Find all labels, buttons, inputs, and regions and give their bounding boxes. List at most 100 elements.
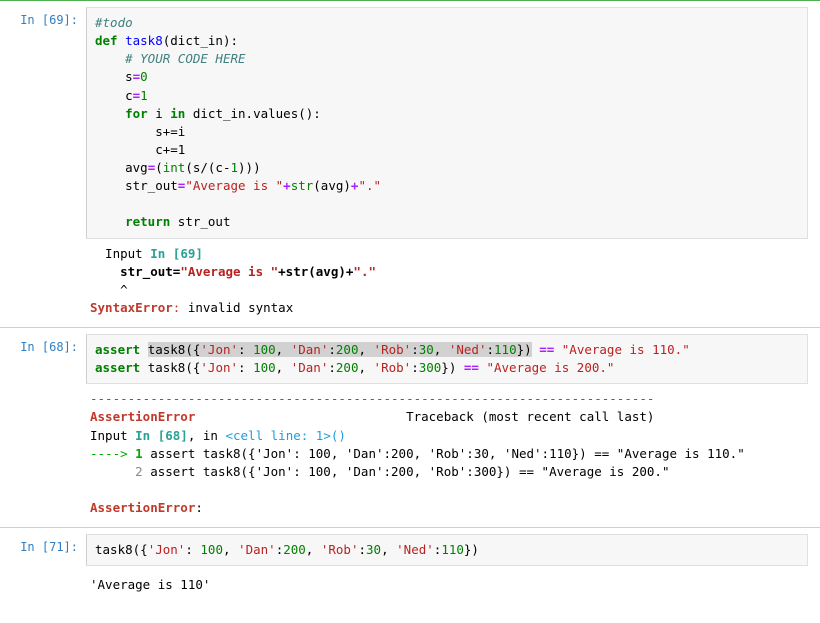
code-token: (dict_in): xyxy=(163,33,238,48)
code-token: "." xyxy=(358,178,381,193)
code-token: 'Jon' xyxy=(200,342,238,357)
code-token: ( xyxy=(155,160,163,175)
code-token: 30 xyxy=(419,342,434,357)
tb-text: In [69] xyxy=(150,246,203,261)
code-token: 'Ned' xyxy=(396,542,434,557)
notebook-cell: In [68]: assert task8({'Jon': 100, 'Dan'… xyxy=(0,327,820,527)
tb-text: () xyxy=(331,428,346,443)
code-token: == xyxy=(539,342,554,357)
code-token: avg xyxy=(125,160,148,175)
code-token: }) xyxy=(464,542,479,557)
tb-text: 2 xyxy=(90,464,143,479)
code-token: 'Dan' xyxy=(291,360,329,375)
code-token: "Average is 110." xyxy=(562,342,690,357)
output-area: Input In [69] str_out="Average is "+str(… xyxy=(86,239,808,322)
code-token: 'Ned' xyxy=(449,342,487,357)
tb-arrow: ----> xyxy=(90,446,135,461)
tb-text: "Average is " xyxy=(180,264,278,279)
code-token: 100 xyxy=(253,342,276,357)
code-token: 'Dan' xyxy=(291,342,329,357)
code-token: s xyxy=(125,69,133,84)
error-name: AssertionError xyxy=(90,409,195,424)
code-token: 'Jon' xyxy=(148,542,186,557)
code-token: 1 xyxy=(140,88,148,103)
code-token: s+=i xyxy=(155,124,185,139)
code-token: 200 xyxy=(283,542,306,557)
code-token: 'Rob' xyxy=(374,360,412,375)
tb-text: +str(avg)+ xyxy=(278,264,353,279)
code-token: 110 xyxy=(494,342,517,357)
code-token: str_out xyxy=(178,214,231,229)
tb-text: 1 xyxy=(135,446,143,461)
tb-text: Traceback (most recent call last) xyxy=(406,409,654,424)
code-token: "Average is " xyxy=(185,178,283,193)
code-input[interactable]: assert task8({'Jon': 100, 'Dan':200, 'Ro… xyxy=(86,334,808,384)
selection: task8({'Jon': 100, 'Dan':200, 'Rob':30, … xyxy=(148,342,532,357)
notebook-cell: In [71]: task8({'Jon': 100, 'Dan':200, '… xyxy=(0,527,820,604)
code-token: assert xyxy=(95,360,140,375)
code-token: 'Dan' xyxy=(238,542,276,557)
code-token: c+=1 xyxy=(155,142,185,157)
code-token: }) xyxy=(517,342,532,357)
code-token: 1 xyxy=(230,160,238,175)
tb-text: <cell line: 1> xyxy=(225,428,330,443)
code-token: ({ xyxy=(185,360,200,375)
code-token: (avg) xyxy=(313,178,351,193)
error-name: AssertionError xyxy=(90,500,195,515)
code-token: (s/(c- xyxy=(185,160,230,175)
input-prompt: In [71]: xyxy=(0,534,86,598)
code-token: 'Rob' xyxy=(374,342,412,357)
output-area: ----------------------------------------… xyxy=(86,384,808,521)
output-text: 'Average is 110' xyxy=(86,570,210,598)
code-token: + xyxy=(283,178,291,193)
code-token: ({ xyxy=(133,542,148,557)
code-token: task8 xyxy=(148,342,186,357)
code-token: 200 xyxy=(336,360,359,375)
code-token: 100 xyxy=(200,542,223,557)
code-input[interactable]: #todo def task8(dict_in): # YOUR CODE HE… xyxy=(86,7,808,239)
input-prompt: In [68]: xyxy=(0,334,86,521)
notebook-cell: In [69]: #todo def task8(dict_in): # YOU… xyxy=(0,0,820,327)
tb-text: , in xyxy=(188,428,226,443)
code-token: 200 xyxy=(336,342,359,357)
code-token: ))) xyxy=(238,160,261,175)
tb-divider: ----------------------------------------… xyxy=(90,391,654,406)
code-token: def xyxy=(95,33,118,48)
cell-body: assert task8({'Jon': 100, 'Dan':200, 'Ro… xyxy=(86,334,820,521)
code-token: i xyxy=(155,106,163,121)
tb-text: In [68] xyxy=(135,428,188,443)
code-token: 'Rob' xyxy=(321,542,359,557)
code-token: == xyxy=(464,360,479,375)
code-token: c xyxy=(125,88,133,103)
code-token: 30 xyxy=(366,542,381,557)
tb-text: Input xyxy=(90,428,135,443)
code-token: for xyxy=(125,106,148,121)
tb-text: : xyxy=(173,300,188,315)
code-token: }) xyxy=(441,360,456,375)
tb-text: "." xyxy=(353,264,376,279)
code-token: 'Jon' xyxy=(200,360,238,375)
code-token: ({ xyxy=(185,342,200,357)
code-token: task8 xyxy=(125,33,163,48)
code-token: int xyxy=(163,160,186,175)
cell-body: #todo def task8(dict_in): # YOUR CODE HE… xyxy=(86,7,820,321)
code-token: #todo xyxy=(95,15,133,30)
error-name: SyntaxError xyxy=(90,300,173,315)
tb-text: assert task8({'Jon': 100, 'Dan':200, 'Ro… xyxy=(143,464,670,479)
code-input[interactable]: task8({'Jon': 100, 'Dan':200, 'Rob':30, … xyxy=(86,534,808,566)
code-token: in xyxy=(170,106,185,121)
tb-text: Input xyxy=(90,246,150,261)
code-token: 0 xyxy=(140,69,148,84)
error-message: invalid syntax xyxy=(188,300,293,315)
code-token: 100 xyxy=(253,360,276,375)
code-token: "Average is 200." xyxy=(486,360,614,375)
code-token: 110 xyxy=(441,542,464,557)
input-prompt: In [69]: xyxy=(0,7,86,321)
code-token: 300 xyxy=(419,360,442,375)
code-token: task8 xyxy=(148,360,186,375)
tb-text: : xyxy=(195,500,210,515)
tb-text: assert task8({'Jon': 100, 'Dan':200, 'Ro… xyxy=(143,446,745,461)
code-token: # YOUR CODE HERE xyxy=(125,51,245,66)
code-token: str xyxy=(291,178,314,193)
code-token: return xyxy=(125,214,170,229)
